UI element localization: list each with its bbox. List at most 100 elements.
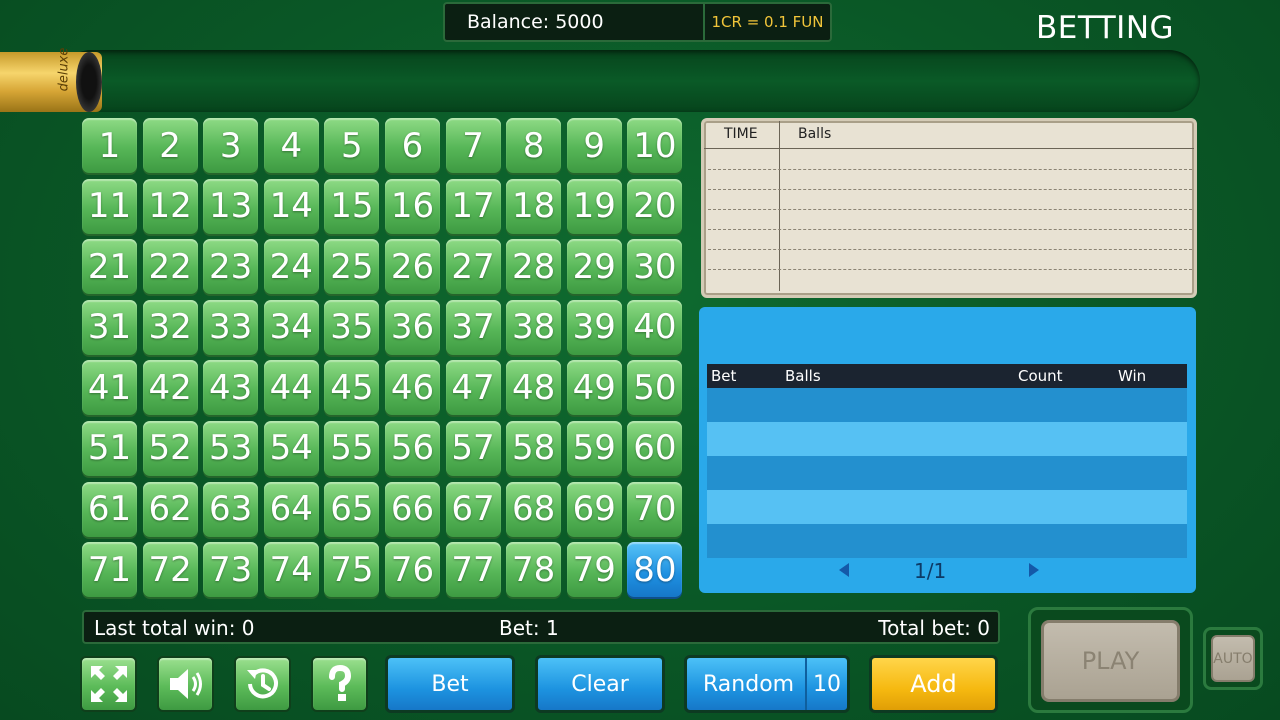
number-cell-34[interactable]: 34 (263, 299, 319, 355)
play-button[interactable]: PLAY (1041, 620, 1180, 702)
number-cell-56[interactable]: 56 (384, 420, 440, 476)
brand-logo: deluxe (56, 47, 72, 92)
number-cell-71[interactable]: 71 (82, 542, 137, 598)
number-cell-59[interactable]: 59 (566, 420, 622, 476)
number-cell-18[interactable]: 18 (506, 178, 562, 234)
number-cell-39[interactable]: 39 (566, 299, 622, 355)
number-cell-33[interactable]: 33 (203, 299, 259, 355)
number-cell-9[interactable]: 9 (566, 118, 622, 173)
number-cell-10[interactable]: 10 (627, 118, 683, 173)
number-cell-54[interactable]: 54 (263, 420, 319, 476)
number-cell-76[interactable]: 76 (384, 542, 440, 598)
number-cell-73[interactable]: 73 (203, 542, 259, 598)
number-cell-16[interactable]: 16 (384, 178, 440, 234)
number-cell-3[interactable]: 3 (203, 118, 259, 173)
number-cell-2[interactable]: 2 (142, 118, 198, 173)
prev-page-icon[interactable] (839, 563, 849, 577)
help-button[interactable] (311, 656, 368, 712)
number-cell-66[interactable]: 66 (384, 481, 440, 537)
number-cell-21[interactable]: 21 (82, 239, 137, 295)
number-cell-70[interactable]: 70 (627, 481, 683, 537)
number-cell-40[interactable]: 40 (627, 299, 683, 355)
number-cell-35[interactable]: 35 (324, 299, 380, 355)
random-count[interactable]: 10 (805, 658, 847, 710)
number-cell-5[interactable]: 5 (324, 118, 380, 173)
number-cell-57[interactable]: 57 (445, 420, 501, 476)
number-cell-58[interactable]: 58 (506, 420, 562, 476)
number-cell-17[interactable]: 17 (445, 178, 501, 234)
number-cell-27[interactable]: 27 (445, 239, 501, 295)
number-cell-78[interactable]: 78 (506, 542, 562, 598)
number-cell-44[interactable]: 44 (263, 360, 319, 416)
number-cell-79[interactable]: 79 (566, 542, 622, 598)
number-cell-46[interactable]: 46 (384, 360, 440, 416)
number-cell-75[interactable]: 75 (324, 542, 380, 598)
table-row (707, 388, 1187, 422)
number-cell-12[interactable]: 12 (142, 178, 198, 234)
add-button[interactable]: Add (869, 655, 998, 713)
number-cell-77[interactable]: 77 (445, 542, 501, 598)
number-cell-52[interactable]: 52 (142, 420, 198, 476)
number-cell-61[interactable]: 61 (82, 481, 137, 537)
number-cell-68[interactable]: 68 (506, 481, 562, 537)
number-cell-13[interactable]: 13 (203, 178, 259, 234)
number-cell-15[interactable]: 15 (324, 178, 380, 234)
number-cell-74[interactable]: 74 (263, 542, 319, 598)
number-cell-53[interactable]: 53 (203, 420, 259, 476)
number-cell-23[interactable]: 23 (203, 239, 259, 295)
number-cell-1[interactable]: 1 (82, 118, 137, 173)
number-cell-38[interactable]: 38 (506, 299, 562, 355)
number-cell-48[interactable]: 48 (506, 360, 562, 416)
number-cell-24[interactable]: 24 (263, 239, 319, 295)
bet-button[interactable]: Bet (385, 655, 515, 713)
number-cell-36[interactable]: 36 (384, 299, 440, 355)
number-cell-14[interactable]: 14 (263, 178, 319, 234)
number-cell-4[interactable]: 4 (263, 118, 319, 173)
number-cell-19[interactable]: 19 (566, 178, 622, 234)
number-cell-6[interactable]: 6 (384, 118, 440, 173)
history-button[interactable] (234, 656, 291, 712)
number-cell-64[interactable]: 64 (263, 481, 319, 537)
number-cell-65[interactable]: 65 (324, 481, 380, 537)
number-cell-32[interactable]: 32 (142, 299, 198, 355)
number-cell-62[interactable]: 62 (142, 481, 198, 537)
random-button[interactable]: Random 10 (684, 655, 850, 713)
number-cell-63[interactable]: 63 (203, 481, 259, 537)
number-cell-43[interactable]: 43 (203, 360, 259, 416)
number-cell-42[interactable]: 42 (142, 360, 198, 416)
number-cell-67[interactable]: 67 (445, 481, 501, 537)
number-cell-22[interactable]: 22 (142, 239, 198, 295)
history-row-line (708, 229, 1192, 230)
number-cell-49[interactable]: 49 (566, 360, 622, 416)
number-cell-41[interactable]: 41 (82, 360, 137, 416)
number-cell-20[interactable]: 20 (627, 178, 683, 234)
number-cell-72[interactable]: 72 (142, 542, 198, 598)
number-cell-69[interactable]: 69 (566, 481, 622, 537)
next-page-icon[interactable] (1029, 563, 1039, 577)
number-cell-29[interactable]: 29 (566, 239, 622, 295)
number-cell-31[interactable]: 31 (82, 299, 137, 355)
number-cell-25[interactable]: 25 (324, 239, 380, 295)
number-cell-47[interactable]: 47 (445, 360, 501, 416)
auto-frame: AUTO (1203, 627, 1263, 690)
number-cell-8[interactable]: 8 (506, 118, 562, 173)
number-cell-7[interactable]: 7 (445, 118, 501, 173)
number-cell-11[interactable]: 11 (82, 178, 137, 234)
tube-gold-end: deluxe (0, 48, 102, 112)
sound-button[interactable] (157, 656, 214, 712)
number-cell-45[interactable]: 45 (324, 360, 380, 416)
number-cell-28[interactable]: 28 (506, 239, 562, 295)
number-cell-26[interactable]: 26 (384, 239, 440, 295)
number-cell-55[interactable]: 55 (324, 420, 380, 476)
number-cell-60[interactable]: 60 (627, 420, 683, 476)
fullscreen-button[interactable] (80, 656, 137, 712)
number-cell-30[interactable]: 30 (627, 239, 683, 295)
credit-rate: 1CR = 0.1 FUN (703, 4, 830, 40)
clear-button[interactable]: Clear (535, 655, 665, 713)
number-cell-51[interactable]: 51 (82, 420, 137, 476)
number-cell-37[interactable]: 37 (445, 299, 501, 355)
number-cell-50[interactable]: 50 (627, 360, 683, 416)
auto-button[interactable]: AUTO (1211, 635, 1255, 682)
random-label: Random (703, 671, 795, 697)
number-cell-80[interactable]: 80 (627, 542, 683, 598)
